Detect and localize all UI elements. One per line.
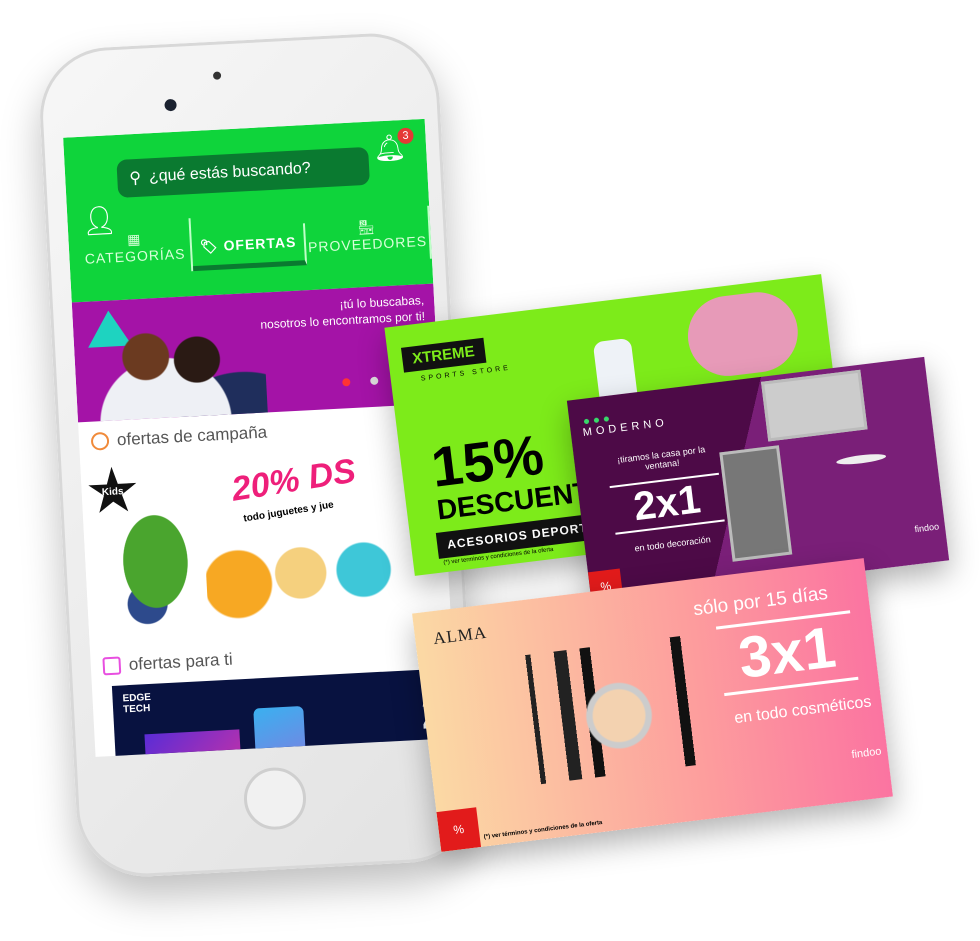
mirror-image: [761, 369, 868, 442]
moderno-offer: 2x1: [609, 472, 725, 535]
alma-banner[interactable]: ALMA sólo por 15 días 3x1 en todo cosmét…: [412, 558, 893, 852]
tab-label: PROVEEDORES: [307, 232, 428, 256]
phone-speaker: [212, 71, 222, 80]
toys-image: [204, 534, 419, 626]
kids-logo: Kids: [86, 465, 139, 518]
tab-ofertas[interactable]: 🏷︎ OFERTAS: [191, 223, 308, 272]
moderno-tagline: ¡tiramos la casa por la ventana!: [616, 444, 706, 472]
campaign-icon: [90, 431, 110, 451]
tab-bar: ▦ CATEGORÍAS 🏷︎ OFERTAS 🏪︎ PROVEEDORES: [77, 199, 432, 278]
section-title: ofertas de campaña: [116, 422, 268, 450]
tech-brand: EDGE TECH: [122, 691, 152, 716]
table-image: [835, 452, 887, 467]
tag-icon: 🏷︎: [199, 237, 220, 255]
carousel-dot[interactable]: [370, 376, 379, 386]
findoo-logo: findoo: [913, 521, 940, 535]
moderno-banner[interactable]: MODERNO ¡tiramos la casa por la ventana!…: [566, 356, 950, 605]
xtreme-logo: XTREME: [400, 337, 486, 373]
moderno-desc: en todo decoración: [633, 534, 712, 554]
frame-image: [719, 445, 793, 562]
findoo-logo: findoo: [850, 745, 883, 762]
search-icon: ⚲: [128, 169, 142, 188]
kids-brand: Kids: [101, 485, 124, 498]
kids-headline: 20% DS: [229, 451, 359, 509]
alma-offer: 3x1: [715, 610, 859, 697]
toy-image: [102, 510, 210, 637]
smartphone-image: [253, 705, 309, 757]
kids-banner[interactable]: Kids 20% DS todo juguetes y jue: [80, 443, 452, 648]
tab-proveedores[interactable]: 🏪︎ PROVEEDORES: [304, 205, 432, 266]
moderno-logo: MODERNO: [581, 409, 668, 439]
hero-carousel[interactable]: ¡tú lo buscabas, nosotros lo encontramos …: [71, 283, 440, 423]
tab-label: OFERTAS: [223, 233, 297, 254]
search-placeholder: ¿qué estás buscando?: [148, 159, 312, 186]
store-icon: 🏪︎: [356, 218, 377, 236]
home-button[interactable]: [242, 766, 308, 832]
glove-image: [683, 287, 803, 381]
section-title: ofertas para ti: [128, 649, 234, 675]
bag-icon: [102, 656, 122, 676]
carousel-dots[interactable]: [342, 376, 379, 387]
alma-logo: ALMA: [432, 622, 489, 649]
search-input[interactable]: ⚲ ¿qué estás buscando?: [116, 146, 371, 198]
app-header: ⚲ ¿qué estás buscando? 🔔︎ 3 👤︎ ▦ CATEGORÍ…: [63, 118, 434, 303]
alma-terms: (*) ver términos y condiciones de la ofe…: [483, 820, 603, 841]
phone-camera: [164, 98, 177, 112]
notification-badge: 3: [397, 127, 414, 145]
tab-label: CATEGORÍAS: [84, 245, 186, 267]
hero-image: [93, 317, 269, 423]
discount-tag-icon: %: [436, 807, 482, 852]
laptop-image: [144, 729, 244, 757]
cosmetics-image: [468, 630, 743, 792]
tab-categorias[interactable]: ▦ CATEGORÍAS: [77, 218, 194, 278]
carousel-dot[interactable]: [342, 378, 351, 387]
alma-desc: en todo cosméticos: [733, 693, 873, 728]
